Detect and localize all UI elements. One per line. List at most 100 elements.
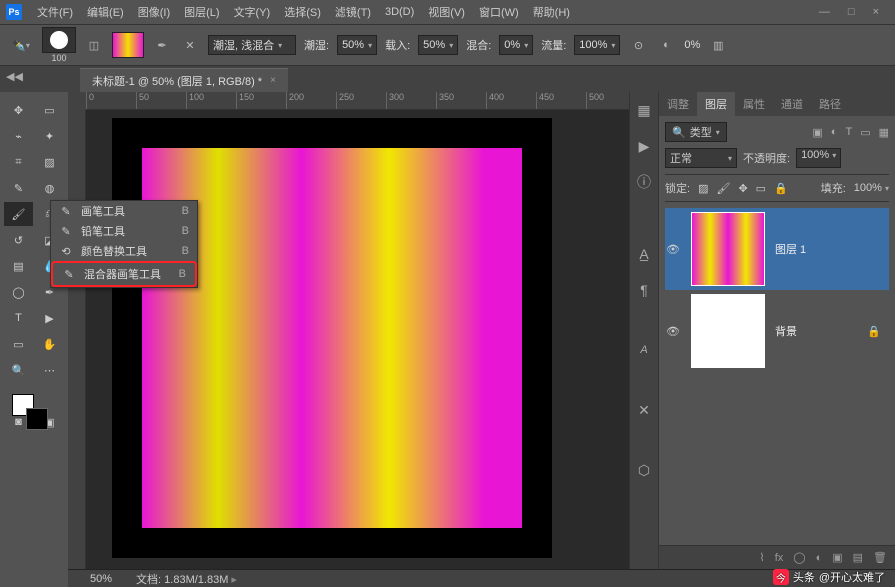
menu-help[interactable]: 帮助(H) bbox=[526, 4, 577, 20]
adjustment-layer-icon[interactable]: ◐ bbox=[816, 552, 823, 564]
menu-file[interactable]: 文件(F) bbox=[30, 4, 80, 20]
edit-toolbar[interactable]: ⋯ bbox=[35, 358, 64, 382]
tools-panel-icon[interactable]: ✕ bbox=[634, 400, 654, 420]
3d-panel-icon[interactable]: ⬡ bbox=[634, 460, 654, 480]
opacity-field[interactable]: 100% ▾ bbox=[796, 148, 841, 168]
menu-window[interactable]: 窗口(W) bbox=[472, 4, 526, 20]
load-value-field[interactable]: 50%▾ bbox=[418, 35, 458, 55]
flow-value-field[interactable]: 100%▾ bbox=[574, 35, 620, 55]
layer-name[interactable]: 图层 1 bbox=[775, 241, 812, 257]
zoom-level[interactable]: 50% bbox=[90, 573, 112, 585]
window-close-button[interactable]: × bbox=[873, 6, 879, 18]
layer-row[interactable]: 👁 背景 🔒 bbox=[665, 290, 889, 372]
brush-tool[interactable]: 🖌 bbox=[4, 202, 33, 226]
menu-view[interactable]: 视图(V) bbox=[421, 4, 472, 20]
flyout-pencil-tool[interactable]: ✎ 铅笔工具 B bbox=[51, 221, 197, 241]
group-icon[interactable]: ▣ bbox=[832, 551, 842, 564]
window-maximize-button[interactable]: □ bbox=[848, 6, 855, 18]
zoom-tool[interactable]: 🔍 bbox=[4, 358, 33, 382]
flyout-brush-tool[interactable]: ✎ 画笔工具 B bbox=[51, 201, 197, 221]
filter-adjust-icon[interactable]: ◐ bbox=[831, 126, 838, 139]
window-minimize-button[interactable]: — bbox=[819, 6, 830, 18]
rectangle-tool[interactable]: ▭ bbox=[4, 332, 33, 356]
filter-pixel-icon[interactable]: ▣ bbox=[812, 126, 822, 139]
crop-tool[interactable]: ⌗ bbox=[4, 150, 33, 174]
menu-select[interactable]: 选择(S) bbox=[277, 4, 328, 20]
airbrush-icon[interactable]: ⊙ bbox=[628, 35, 648, 55]
panel-tab-adjustments[interactable]: 调整 bbox=[659, 92, 697, 116]
panel-tab-channels[interactable]: 通道 bbox=[773, 92, 811, 116]
history-brush-tool[interactable]: ↺ bbox=[4, 228, 33, 252]
fill-field[interactable]: 100% ▾ bbox=[854, 182, 889, 194]
menu-3d[interactable]: 3D(D) bbox=[378, 6, 421, 18]
filter-smart-icon[interactable]: ▦ bbox=[879, 126, 889, 139]
layer-fx-icon[interactable]: fx bbox=[775, 552, 784, 564]
spot-heal-tool[interactable]: ◍ bbox=[35, 176, 64, 200]
background-swatch[interactable] bbox=[26, 408, 48, 430]
panel-tab-layers[interactable]: 图层 bbox=[697, 92, 735, 116]
layer-visibility-icon[interactable]: 👁 bbox=[665, 325, 681, 338]
tablet-pressure-icon[interactable]: ▥ bbox=[708, 35, 728, 55]
toggle-panel-icon[interactable]: ◫ bbox=[84, 35, 104, 55]
layer-row[interactable]: 👁 图层 1 bbox=[665, 208, 889, 290]
quick-select-tool[interactable]: ✦ bbox=[35, 124, 64, 148]
menu-image[interactable]: 图像(I) bbox=[131, 4, 177, 20]
play-panel-icon[interactable]: ▶ bbox=[634, 136, 654, 156]
marquee-tool[interactable]: ▭ bbox=[35, 98, 64, 122]
artboard[interactable] bbox=[112, 118, 552, 558]
lasso-tool[interactable]: ⌁ bbox=[4, 124, 33, 148]
panel-tab-properties[interactable]: 属性 bbox=[735, 92, 773, 116]
lock-pixels-icon[interactable]: 🖌 bbox=[716, 182, 730, 195]
menu-filter[interactable]: 滤镜(T) bbox=[328, 4, 378, 20]
info-panel-icon[interactable]: ⓘ bbox=[634, 172, 654, 192]
menu-layer[interactable]: 图层(L) bbox=[177, 4, 226, 20]
flyout-color-replace-tool[interactable]: ⟲ 颜色替换工具 B bbox=[51, 241, 197, 261]
menu-type[interactable]: 文字(Y) bbox=[227, 4, 278, 20]
glyphs-panel-icon[interactable]: A bbox=[634, 340, 654, 360]
flyout-highlight: ✎ 混合器画笔工具 B bbox=[51, 261, 197, 287]
layer-thumbnail[interactable] bbox=[691, 212, 765, 286]
link-layers-icon[interactable]: ⌇ bbox=[759, 551, 764, 564]
hand-tool[interactable]: ✋ bbox=[35, 332, 64, 356]
dodge-tool[interactable]: ◯ bbox=[4, 280, 33, 304]
wet-mode-dropdown[interactable]: 潮湿, 浅混合▾ bbox=[208, 35, 296, 55]
new-layer-icon[interactable]: ▤ bbox=[853, 551, 863, 564]
lock-all-icon[interactable]: 🔒 bbox=[774, 182, 788, 195]
frame-tool[interactable]: ▨ bbox=[35, 150, 64, 174]
lock-transparent-icon[interactable]: ▨ bbox=[698, 182, 708, 195]
brush-preset-picker[interactable]: 100 bbox=[42, 27, 76, 63]
wet-value-field[interactable]: 50%▾ bbox=[337, 35, 377, 55]
layer-mask-icon[interactable]: ◯ bbox=[793, 551, 805, 564]
filter-type-icon[interactable]: T bbox=[845, 126, 852, 139]
color-swatches[interactable] bbox=[4, 390, 64, 436]
layer-filter-dropdown[interactable]: 🔍 类型▾ bbox=[665, 122, 727, 142]
mix-value-field[interactable]: 0%▾ bbox=[499, 35, 533, 55]
filter-shape-icon[interactable]: ▭ bbox=[860, 126, 870, 139]
layer-thumbnail[interactable] bbox=[691, 294, 765, 368]
menu-edit[interactable]: 编辑(E) bbox=[80, 4, 131, 20]
panel-tab-paths[interactable]: 路径 bbox=[811, 92, 849, 116]
paragraph-panel-icon[interactable]: ¶ bbox=[634, 280, 654, 300]
tab-scroll-left-icon[interactable]: ◀◀ bbox=[6, 70, 23, 83]
lock-position-icon[interactable]: ✥ bbox=[738, 182, 747, 195]
move-tool[interactable]: ✥ bbox=[4, 98, 33, 122]
gradient-tool[interactable]: ▤ bbox=[4, 254, 33, 278]
smoothing-icon[interactable]: ◐ bbox=[656, 35, 676, 55]
layer-name[interactable]: 背景 bbox=[775, 323, 803, 339]
history-panel-icon[interactable]: ▦ bbox=[634, 100, 654, 120]
blend-mode-dropdown[interactable]: 正常▾ bbox=[665, 148, 737, 168]
lock-artboard-icon[interactable]: ▭ bbox=[756, 182, 766, 195]
character-panel-icon[interactable]: A̲ bbox=[634, 244, 654, 264]
eyedropper-tool[interactable]: ✎ bbox=[4, 176, 33, 200]
document-tab[interactable]: 未标题-1 @ 50% (图层 1, RGB/8) * × bbox=[80, 68, 288, 92]
type-tool[interactable]: T bbox=[4, 306, 33, 330]
flyout-mixer-brush-tool[interactable]: ✎ 混合器画笔工具 B bbox=[54, 264, 194, 284]
current-tool-icon[interactable]: ✒️▾ bbox=[8, 32, 34, 58]
document-tab-close-icon[interactable]: × bbox=[270, 75, 276, 86]
brush-tip-icon[interactable]: ✒ bbox=[152, 35, 172, 55]
path-select-tool[interactable]: ▶ bbox=[35, 306, 64, 330]
cross-icon[interactable]: ✕ bbox=[180, 35, 200, 55]
delete-layer-icon[interactable]: 🗑 bbox=[873, 551, 887, 564]
gradient-swatch[interactable] bbox=[112, 32, 144, 58]
layer-visibility-icon[interactable]: 👁 bbox=[665, 243, 681, 256]
